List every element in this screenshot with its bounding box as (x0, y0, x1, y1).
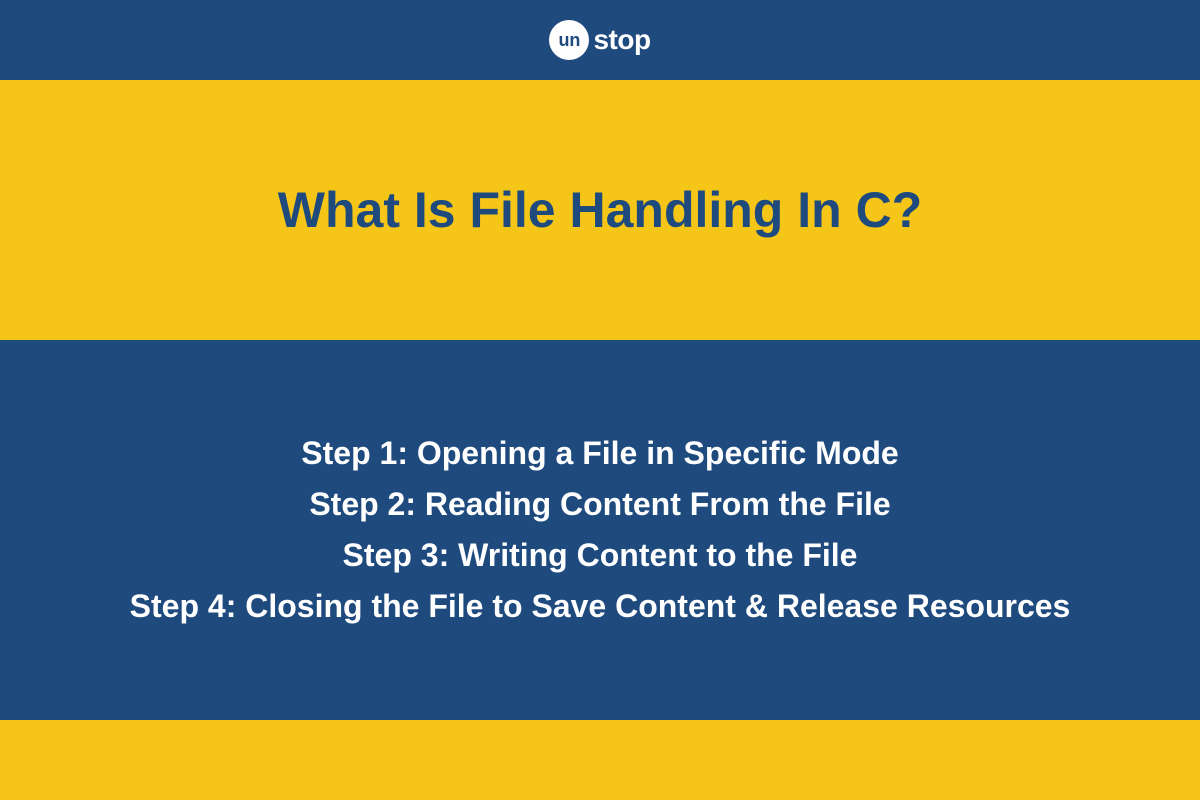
step-4: Step 4: Closing the File to Save Content… (130, 581, 1071, 632)
content-section: Step 1: Opening a File in Specific Mode … (0, 340, 1200, 720)
title-section: What Is File Handling In C? (0, 80, 1200, 340)
footer-bar (0, 720, 1200, 800)
step-2: Step 2: Reading Content From the File (309, 479, 890, 530)
logo-text: stop (593, 24, 650, 56)
logo-circle-text: un (558, 30, 580, 51)
step-3: Step 3: Writing Content to the File (343, 530, 858, 581)
header-bar: un stop (0, 0, 1200, 80)
logo: un stop (549, 20, 650, 60)
step-1: Step 1: Opening a File in Specific Mode (301, 428, 898, 479)
page-title: What Is File Handling In C? (278, 181, 922, 239)
logo-circle: un (549, 20, 589, 60)
